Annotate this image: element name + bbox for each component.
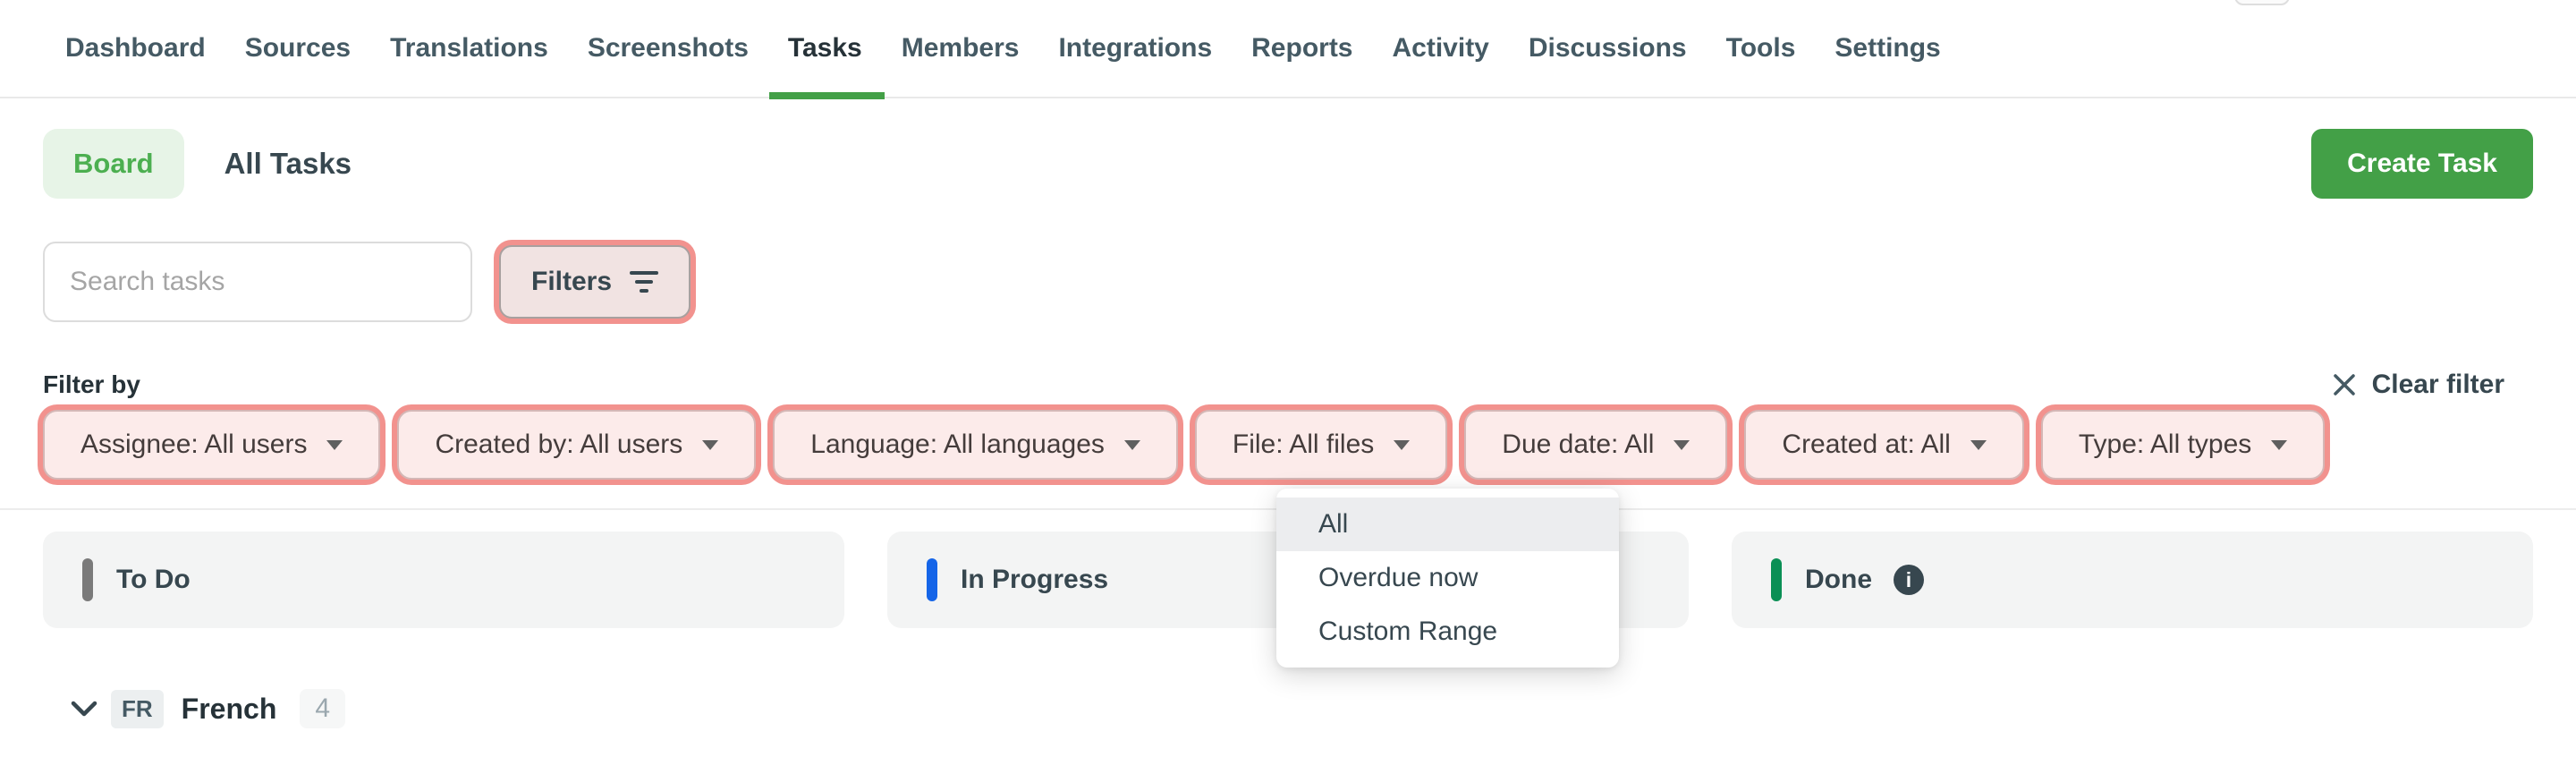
language-group-row[interactable]: FR French 4: [70, 689, 2576, 728]
in-progress-status-bar: [927, 558, 937, 601]
due-date-option-custom-range[interactable]: Custom Range: [1276, 605, 1619, 659]
language-name: French: [181, 692, 277, 725]
create-task-button[interactable]: Create Task: [2311, 129, 2533, 199]
nav-item-screenshots[interactable]: Screenshots: [588, 0, 749, 98]
filter-pill-assignee-label: Assignee: All users: [80, 430, 308, 459]
filters-button-label: Filters: [531, 267, 613, 296]
filter-pill-created-at-label: Created at: All: [1782, 430, 1951, 459]
language-code-badge: FR: [111, 689, 164, 728]
search-input[interactable]: [43, 242, 472, 322]
filter-pill-assignee[interactable]: Assignee: All users: [43, 410, 381, 480]
column-todo: To Do: [43, 532, 844, 628]
nav-item-members[interactable]: Members: [902, 0, 1020, 98]
due-date-option-overdue-now[interactable]: Overdue now: [1276, 551, 1619, 605]
nav-item-tasks-label: Tasks: [787, 33, 862, 63]
close-icon: [2333, 374, 2355, 396]
caret-down-icon: [2271, 439, 2288, 450]
nav-item-tools[interactable]: Tools: [1726, 0, 1796, 98]
clear-filter-label: Clear filter: [2371, 370, 2504, 399]
filter-pill-due-date-label: Due date: All: [1502, 430, 1655, 459]
column-in-progress-label: In Progress: [961, 565, 1109, 594]
filter-by-label: Filter by: [43, 370, 140, 398]
column-done-label: Done: [1805, 565, 1872, 594]
caret-down-icon: [1123, 439, 1140, 450]
active-tab-underline: [768, 92, 885, 99]
clear-filter-button[interactable]: Clear filter: [2331, 370, 2504, 400]
nav-item-translations[interactable]: Translations: [390, 0, 548, 98]
caret-down-icon: [702, 439, 719, 450]
due-date-option-all[interactable]: All: [1276, 498, 1619, 551]
filter-pill-created-by[interactable]: Created by: All users: [397, 410, 757, 480]
nav-item-integrations[interactable]: Integrations: [1058, 0, 1212, 98]
filter-pill-created-at[interactable]: Created at: All: [1744, 410, 2024, 480]
nav-item-sources[interactable]: Sources: [245, 0, 351, 98]
todo-status-bar: [82, 558, 93, 601]
caret-down-icon: [1970, 439, 1987, 450]
filter-pill-due-date[interactable]: Due date: All: [1464, 410, 1728, 480]
filters-button[interactable]: Filters: [499, 245, 691, 319]
toolbar: Board All Tasks Create Task: [43, 129, 2533, 199]
filter-pill-language-label: Language: All languages: [810, 430, 1105, 459]
search-row: Filters: [43, 242, 2533, 322]
done-status-bar: [1771, 558, 1782, 601]
nav-item-dashboard[interactable]: Dashboard: [65, 0, 206, 98]
filter-lines-icon: [630, 271, 659, 293]
caret-down-icon: [326, 439, 343, 450]
filter-pill-language[interactable]: Language: All languages: [773, 410, 1178, 480]
language-task-count: 4: [300, 689, 346, 728]
nav-item-tasks[interactable]: Tasks: [768, 0, 885, 99]
nav-item-settings[interactable]: Settings: [1835, 0, 1940, 98]
nav-item-activity[interactable]: Activity: [1393, 0, 1489, 98]
board-view-toggle[interactable]: Board: [43, 129, 184, 199]
filter-pill-created-by-label: Created by: All users: [435, 430, 683, 459]
nav-item-reports[interactable]: Reports: [1251, 0, 1352, 98]
filter-header: Filter by Clear filter: [43, 370, 2533, 399]
chevron-down-icon[interactable]: [70, 700, 98, 718]
info-icon[interactable]: i: [1894, 565, 1924, 595]
column-done: Done i: [1732, 532, 2533, 628]
nav-item-discussions[interactable]: Discussions: [1529, 0, 1687, 98]
filter-pill-type[interactable]: Type: All types: [2040, 410, 2326, 480]
filter-pills-row: Assignee: All users Created by: All user…: [43, 410, 2533, 480]
main-nav: Dashboard Sources Translations Screensho…: [0, 0, 2576, 99]
column-todo-label: To Do: [116, 565, 191, 594]
caret-down-icon: [1674, 439, 1690, 450]
filter-pill-type-label: Type: All types: [2078, 430, 2252, 459]
filter-pill-file-label: File: All files: [1232, 430, 1375, 459]
cut-off-top-element: [2234, 0, 2290, 5]
page-title: All Tasks: [224, 147, 352, 180]
caret-down-icon: [1394, 439, 1411, 450]
filter-pill-file[interactable]: File: All files: [1194, 410, 1448, 480]
due-date-dropdown-menu: All Overdue now Custom Range: [1276, 489, 1619, 668]
